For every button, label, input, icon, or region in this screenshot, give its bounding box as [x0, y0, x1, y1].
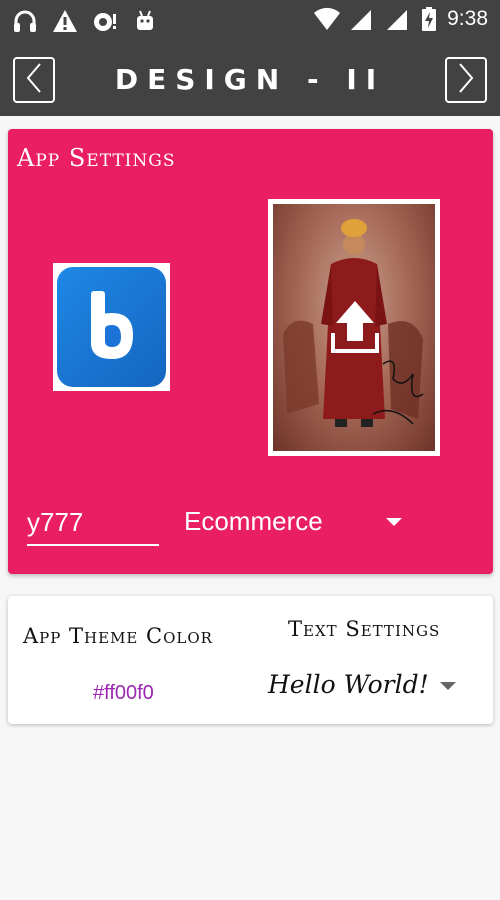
app-logo-icon [57, 267, 166, 387]
category-dropdown[interactable]: Ecommerce [184, 504, 414, 546]
dropdown-arrow-icon [386, 518, 402, 526]
page-title: DESIGN - II [114, 63, 386, 96]
font-sample-text: Hello World! [268, 670, 429, 699]
app-logo-picker[interactable] [53, 263, 170, 391]
wifi-icon [313, 6, 341, 32]
upload-arrow-icon [330, 299, 380, 360]
portrait-photo [273, 204, 435, 451]
toolbar: DESIGN - II [0, 44, 500, 116]
category-selected-value: Ecommerce [184, 506, 323, 536]
app-settings-title: App Settings [17, 144, 176, 172]
status-left-icons [12, 8, 158, 34]
signal-icon-2 [385, 6, 411, 32]
status-right-icons: 9:38 [313, 6, 488, 32]
theme-color-value[interactable]: #ff00f0 [93, 682, 154, 705]
signal-icon [349, 6, 375, 32]
chevron-right-icon [456, 62, 476, 99]
app-name-input[interactable] [27, 504, 159, 546]
theme-text-card: App Theme Color #ff00f0 Text Settings He… [8, 596, 493, 724]
font-style-dropdown[interactable]: Hello World! [268, 668, 468, 708]
headphones-icon [12, 8, 38, 34]
warning-icon [52, 8, 78, 34]
status-bar: 9:38 [0, 0, 500, 44]
app-settings-card: App Settings y777 Ecommerce [8, 129, 493, 574]
lock-alert-icon [92, 8, 118, 34]
theme-color-heading: App Theme Color [23, 624, 213, 648]
battery-charging-icon [421, 6, 437, 32]
text-settings-heading: Text Settings [288, 617, 441, 641]
dropdown-arrow-icon [440, 682, 456, 690]
status-time: 9:38 [447, 7, 488, 30]
android-icon [132, 8, 158, 34]
photo-picker[interactable] [268, 199, 440, 456]
forward-button[interactable] [445, 57, 487, 103]
